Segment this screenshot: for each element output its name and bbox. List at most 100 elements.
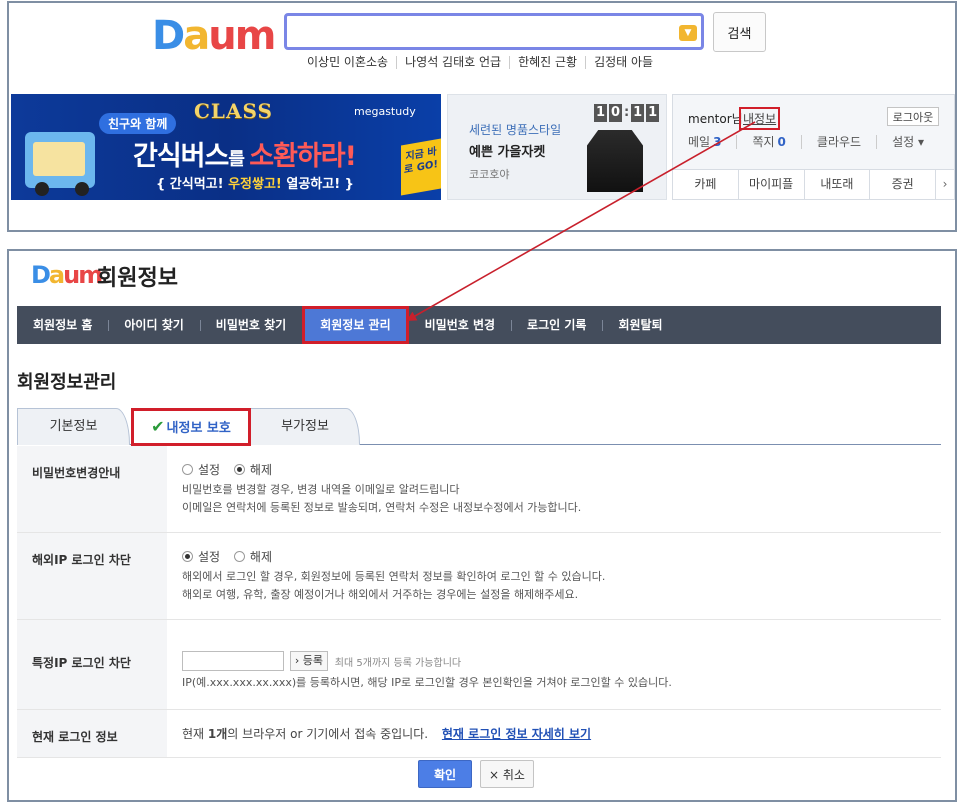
row-password-change-notice: 비밀번호변경안내 설정 해제 비밀번호를 변경할 경우, 변경 내역을 이메일로… [17,446,941,533]
row-description: 이메일은 연락처에 등록된 정보로 발송되며, 연락처 수정은 내정보수정에서 … [182,501,582,514]
tab-privacy-protection[interactable]: ✔ 내정보 보호 [131,408,251,446]
nav-withdraw[interactable]: 회원탈퇴 [602,306,678,344]
nav-account-management[interactable]: 회원정보 관리 [302,306,409,344]
radio-circle-checked [233,464,245,475]
ip-limit-note: 최대 5개까지 등록 가능합니다 [334,657,462,669]
row-foreign-ip-block: 해외IP 로그인 차단 설정 해제 해외에서 로그인 할 경우, 회원정보에 등… [17,533,941,620]
logo-letter: a [48,261,65,289]
clock-digit: 1 [646,104,660,122]
chevron-right-icon[interactable]: › [936,170,954,199]
nav-find-password[interactable]: 비밀번호 찾기 [199,306,302,344]
row-label: 현재 로그인 정보 [17,710,167,757]
user-service-tabs: 카페 마이피플 내또래 증권 › [673,169,954,199]
jacket-image [587,130,643,192]
mail-link[interactable]: 메일 3 [673,135,736,149]
headline-part: 간식버스 [133,141,229,172]
radio-label: 설정 [198,550,221,564]
row-value: 현재 1개의 브라우저 or 기기에서 접속 중입니다. 현재 로그인 정보 자… [167,710,941,757]
trending-item[interactable]: 한혜진 근황 [509,56,585,69]
row-value: 설정 해제 비밀번호를 변경할 경우, 변경 내역을 이메일로 알려드립니다 이… [167,446,941,532]
go-now-tag: 지금 바로 GO! [401,138,441,196]
management-tabs: 기본정보 ✔ 내정보 보호 부가정보 [17,408,941,446]
subline-highlight: 우정쌓고! [228,177,282,192]
search-input[interactable] [287,16,677,46]
tab-basic-info[interactable]: 기본정보 [17,408,130,445]
row-description: 해외로 여행, 유학, 출장 예정이거나 해외에서 거주하는 경우에는 설정을 … [182,588,579,601]
settings-link[interactable]: 설정 ▾ [876,135,939,149]
trending-item[interactable]: 김정태 아들 [585,56,661,69]
radio-unset[interactable]: 해제 [233,548,273,565]
clock-digit: 0 [609,104,622,122]
logo-letter: u [208,13,237,59]
note-link[interactable]: 쪽지 0 [736,135,800,149]
clock-colon: : [624,105,630,120]
ad-banner-jacket[interactable]: 세련된 명품스타일 예쁜 가을자켓 코코호야 10:11 [447,94,667,200]
service-tab-stock[interactable]: 증권 [870,170,936,199]
cloud-link[interactable]: 클라우드 [800,135,876,149]
ad-shop-name: 코코호야 [469,168,510,181]
user-quick-links: 메일 3 쪽지 0 클라우드 설정 ▾ [673,135,954,149]
row-current-login-info: 현재 로그인 정보 현재 1개의 브라우저 or 기기에서 접속 중입니다. 현… [17,710,941,758]
headline-highlight: 소환하라! [249,141,357,172]
chevron-down-icon[interactable]: ▼ [679,25,697,41]
radio-set[interactable]: 설정 [182,548,220,565]
note-label: 쪽지 [752,135,775,149]
logo-letter: D [31,261,51,289]
tab-label: 내정보 보호 [166,421,231,436]
subline-part: { 간식먹고! [156,177,229,192]
row-label: 비밀번호변경안내 [17,446,167,532]
radio-unset[interactable]: 해제 [233,461,273,478]
current-login-detail-link[interactable]: 현재 로그인 정보 자세히 보기 [442,727,591,741]
ad-line: 예쁜 가을자켓 [469,145,546,160]
service-tab-peers[interactable]: 내또래 [805,170,871,199]
logout-button[interactable]: 로그아웃 [887,107,939,126]
confirm-button[interactable]: 확인 [418,760,472,788]
user-login-box: mentor님 내정보 로그아웃 메일 3 쪽지 0 클라우드 설정 ▾ 카페 마이… [672,94,955,200]
account-info-panel: Daum 회원정보 회원정보 홈 아이디 찾기 비밀번호 찾기 회원정보 관리 … [7,249,957,802]
register-ip-button[interactable]: › 등록 [289,651,328,671]
logo-letter: u [63,261,80,289]
current-count: 1개 [207,727,228,741]
cancel-button[interactable]: × 취소 [480,760,534,788]
radio-label: 해제 [249,550,273,564]
truck-cargo-illustration [33,142,85,176]
privacy-settings-form: 비밀번호변경안내 설정 해제 비밀번호를 변경할 경우, 변경 내역을 이메일로… [17,446,941,758]
daum-logo-small[interactable]: Daum [31,261,103,289]
nav-login-history[interactable]: 로그인 기록 [511,306,602,344]
radio-circle [233,551,245,562]
logo-letter: a [183,13,210,59]
service-tab-mypeople[interactable]: 마이피플 [739,170,805,199]
tab-additional-info[interactable]: 부가정보 [250,408,360,445]
radio-label: 설정 [198,463,221,477]
check-icon: ✔ [151,417,165,436]
radio-set[interactable]: 설정 [182,461,220,478]
subline-part: 열공하고! } [281,177,354,192]
mail-label: 메일 [688,135,711,149]
row-specific-ip-block: 특정IP 로그인 차단 › 등록 최대 5개까지 등록 가능합니다 IP(예.x… [17,620,941,710]
nav-change-password[interactable]: 비밀번호 변경 [409,306,511,344]
nav-account-home[interactable]: 회원정보 홈 [17,306,108,344]
trending-item[interactable]: 이상민 이혼소송 [299,56,396,69]
trending-item[interactable]: 나영석 김태호 언급 [396,56,509,69]
service-tab-cafe[interactable]: 카페 [673,170,739,199]
ip-input[interactable] [182,651,284,671]
nav-find-id[interactable]: 아이디 찾기 [108,306,199,344]
daum-logo[interactable]: Daum [152,13,276,59]
banner-pill: 친구와 함께 [99,113,177,134]
headline-part: 를 [228,149,250,170]
note-count: 0 [777,135,786,149]
search-button[interactable]: 검색 [713,12,766,52]
wheel-icon [75,182,89,196]
my-info-link[interactable]: 내정보 [739,107,781,130]
megastudy-logo: megastudy [354,105,416,118]
ad-line: 세련된 명품스타일 [469,123,562,137]
radio-label: 해제 [249,463,273,477]
caret-down-icon: ▾ [918,135,925,149]
row-value: 설정 해제 해외에서 로그인 할 경우, 회원정보에 등록된 연락처 정보를 확… [167,533,941,619]
clock-digit: 1 [631,104,645,122]
row-label: 특정IP 로그인 차단 [17,620,167,709]
banner-subline: { 간식먹고! 우정쌓고! 열공하고! } [156,173,354,192]
daum-home-panel: Daum ▼ 검색 이상민 이혼소송 나영석 김태호 언급 한혜진 근황 김정태… [7,1,957,232]
ad-banner-snack-bus[interactable]: 친구와 함께 CLASS megastudy 간식버스를 소환하라! { 간식먹… [11,94,441,200]
row-description: 비밀번호를 변경할 경우, 변경 내역을 이메일로 알려드립니다 [182,483,460,496]
